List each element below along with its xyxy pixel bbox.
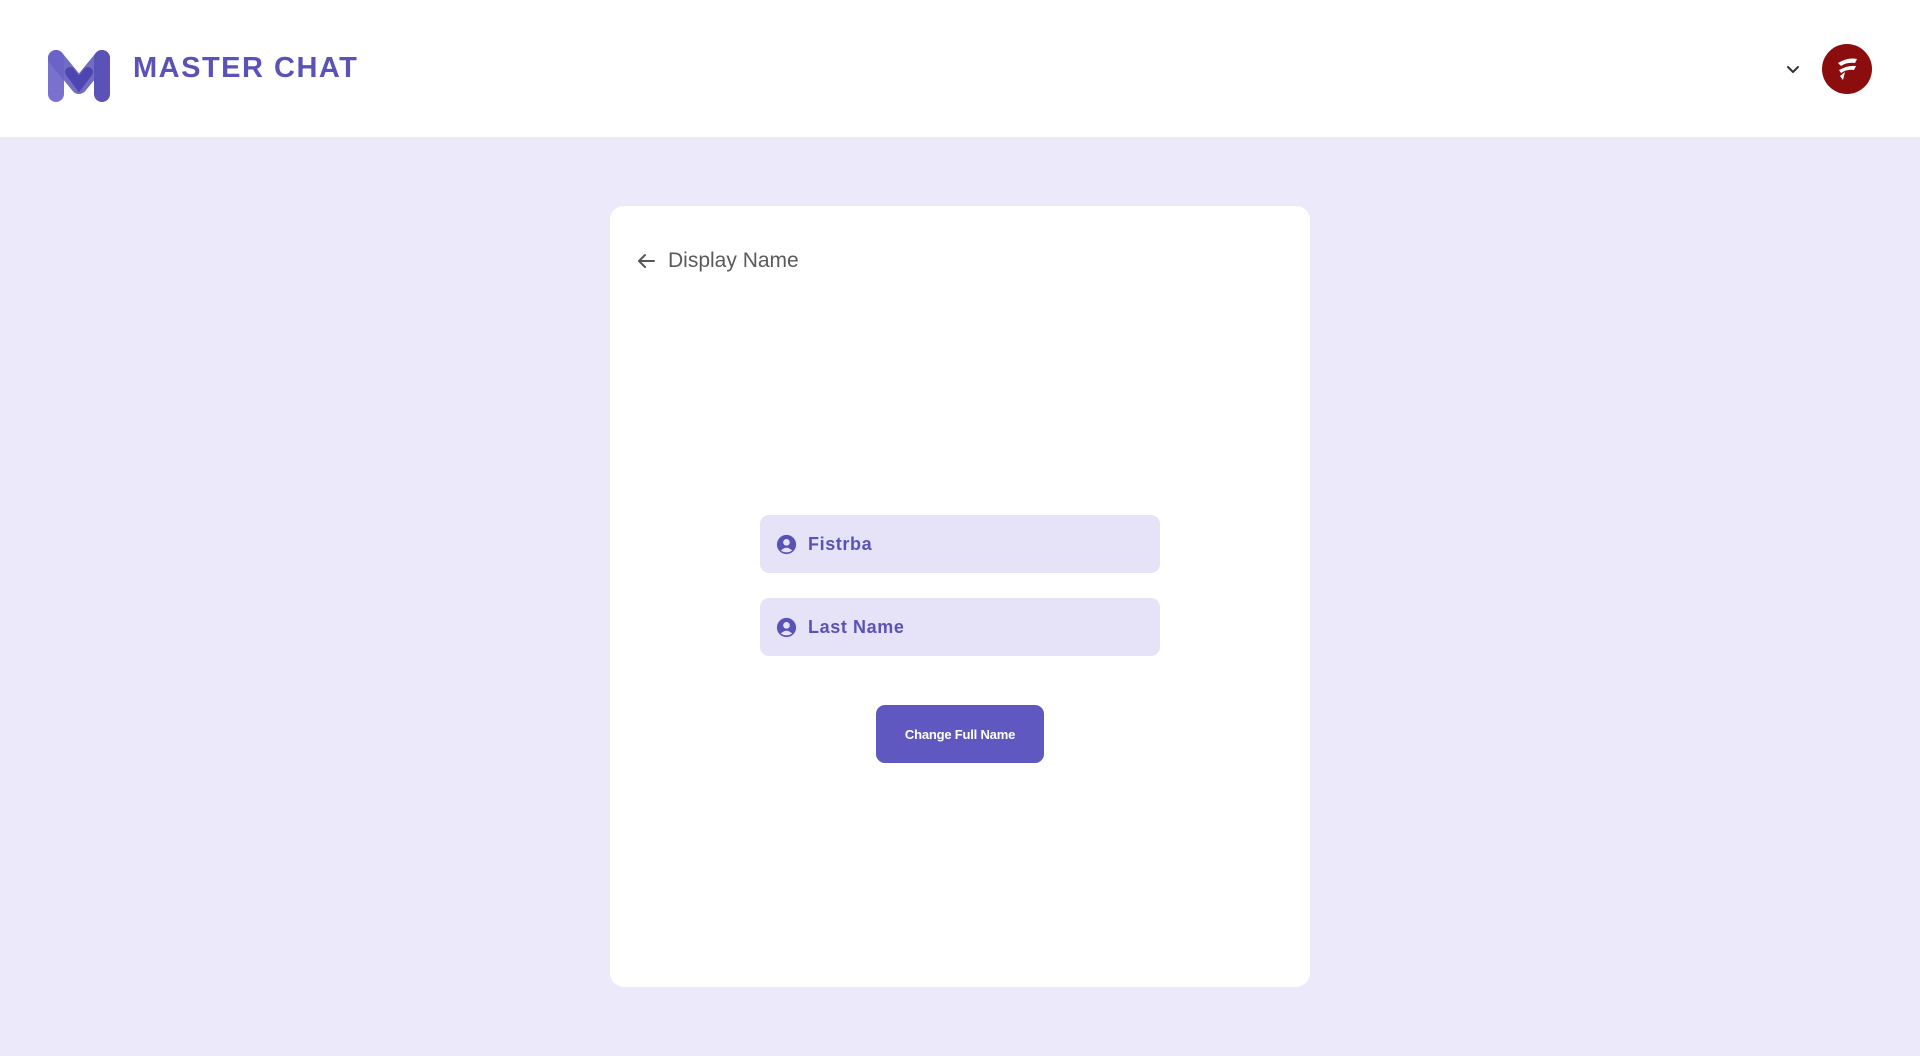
last-name-input[interactable] <box>808 616 1138 638</box>
user-circle-icon <box>776 534 797 554</box>
f-logo-avatar <box>1838 58 1857 80</box>
change-full-name-button[interactable]: Change Full Name <box>876 705 1044 763</box>
brand-name: MASTER CHAT <box>133 52 359 84</box>
m-logo-icon[interactable] <box>48 40 110 102</box>
first-name-input[interactable] <box>808 533 1138 555</box>
chevron-down-icon[interactable] <box>1780 56 1806 82</box>
top-bar: MASTER CHAT <box>0 0 1920 137</box>
last-name-field[interactable] <box>760 598 1160 656</box>
avatar[interactable] <box>1822 44 1872 94</box>
user-circle-icon <box>776 617 797 637</box>
page-title: Display Name <box>668 249 799 272</box>
display-name-card: Display Name Change Full Name <box>610 206 1310 987</box>
first-name-field[interactable] <box>760 515 1160 573</box>
arrow-left-icon[interactable] <box>634 249 658 273</box>
